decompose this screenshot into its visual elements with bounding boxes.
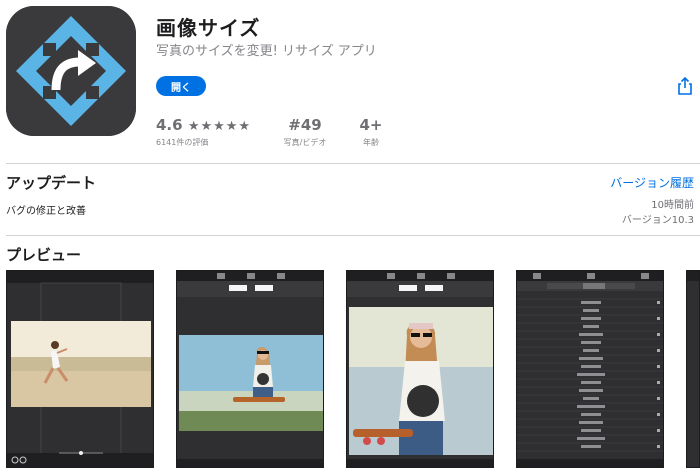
resize-arrow-app-icon [6, 6, 136, 136]
divider [6, 235, 700, 236]
age-label: 年齢 [363, 138, 379, 147]
update-meta: 10時間前 バージョン10.3 [622, 198, 694, 228]
update-note: バグの修正と改善 [6, 206, 86, 217]
rank-stat: #49 写真/ビデオ [280, 116, 330, 148]
preview-screenshot-1[interactable] [6, 270, 154, 468]
age-stat: 4+ 年齢 [356, 116, 386, 148]
rank-value: #49 [288, 116, 322, 134]
update-time: 10時間前 [651, 200, 694, 211]
app-subtitle: 写真のサイズを変更! リサイズ アプリ [156, 44, 377, 59]
preview-screenshot-5[interactable] [686, 270, 700, 468]
star-rating: ★★★★★ [187, 119, 252, 134]
open-button[interactable]: 開く [156, 76, 206, 96]
divider [6, 163, 700, 164]
version-history-link[interactable]: バージョン履歴 [610, 174, 694, 191]
app-icon [6, 6, 136, 136]
preview-screenshot-2[interactable] [176, 270, 324, 468]
preview-title: プレビュー [6, 246, 82, 264]
app-store-page: 画像サイズ 写真のサイズを変更! リサイズ アプリ 開く 4.6 ★★★★★ 6… [0, 0, 700, 468]
preview-screenshot-4[interactable] [516, 270, 664, 468]
update-version: バージョン10.3 [621, 215, 694, 226]
preview-screenshot-3[interactable] [346, 270, 494, 468]
update-title: アップデート [6, 174, 97, 192]
rating-count: 6141件の評価 [156, 138, 209, 147]
rating-value: 4.6 [156, 116, 183, 134]
app-title: 画像サイズ [156, 16, 261, 40]
age-value: 4+ [359, 116, 383, 134]
rank-category: 写真/ビデオ [283, 138, 327, 147]
rating-stat: 4.6 ★★★★★ 6141件の評価 [156, 116, 251, 148]
share-icon[interactable] [676, 76, 694, 96]
